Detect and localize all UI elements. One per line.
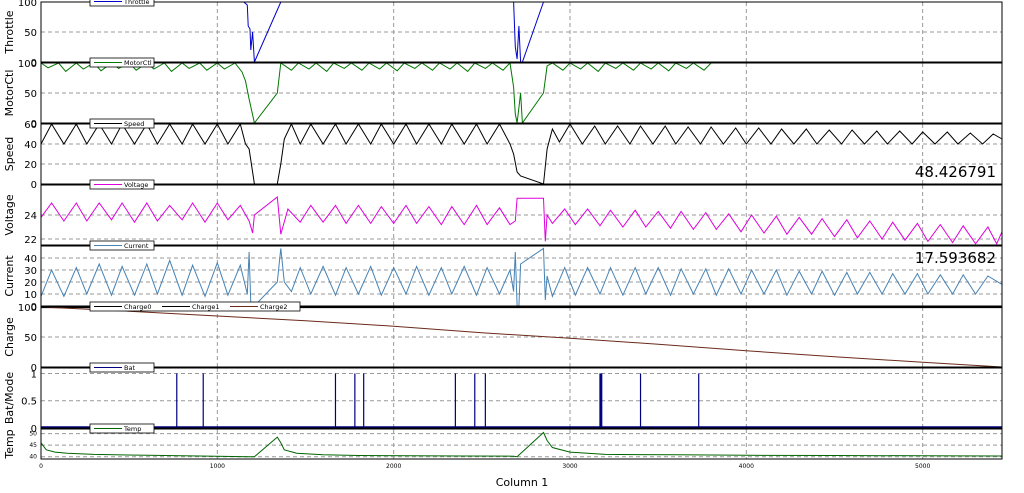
y-tick-label: 100 — [18, 0, 37, 9]
panel-frame — [40, 428, 1003, 460]
y-axis-label: Voltage — [3, 194, 16, 235]
series-line — [40, 61, 1002, 125]
x-axis-label: Column 1 — [496, 476, 549, 489]
series-line — [40, 247, 1003, 307]
y-tick-label: 40 — [24, 254, 37, 265]
x-tick-label: 4000 — [739, 463, 754, 470]
legend-label: Charge0 — [124, 303, 151, 311]
legend-label: Temp — [123, 425, 141, 433]
y-tick-label: 50 — [29, 431, 37, 438]
y-tick-label: 100 — [18, 303, 37, 314]
y-axis-label: Charge — [3, 317, 16, 357]
y-tick-label: 50 — [24, 28, 37, 39]
y-tick-label: 40 — [29, 454, 37, 461]
series-line — [40, 431, 1003, 458]
y-tick-label: 100 — [18, 59, 37, 70]
x-tick-label: 0 — [39, 463, 43, 470]
y-axis-label: MotorCtl — [3, 70, 16, 117]
panel-frame — [40, 245, 1003, 307]
y-tick-label: 22 — [24, 235, 37, 246]
value-readout: 48.426791 — [915, 163, 996, 181]
series-line — [40, 122, 1003, 185]
y-tick-label: 0.5 — [21, 397, 37, 408]
legend-label: Voltage — [124, 181, 148, 189]
panel-frame — [40, 1, 1003, 63]
y-axis-label: Speed — [3, 137, 16, 171]
series-line — [40, 196, 1003, 245]
value-readout: 17.593682 — [915, 249, 996, 267]
y-axis-label: Bat/Mode — [3, 372, 16, 425]
y-tick-label: 45 — [29, 442, 37, 449]
legend-label: Throttle — [123, 0, 150, 6]
series-line — [41, 1, 1002, 63]
y-axis-label: Temp — [3, 429, 16, 459]
stacked-line-chart: Column 1 050100ThrottleThrottle050100Mot… — [3, 0, 1003, 489]
y-tick-label: 50 — [24, 89, 37, 100]
legend-label: Charge2 — [260, 303, 287, 311]
x-tick-label: 5000 — [915, 463, 930, 470]
legend-label: Speed — [124, 120, 144, 128]
y-tick-label: 1 — [31, 369, 37, 380]
y-axis-label: Current — [3, 255, 16, 297]
x-tick-label: 2000 — [386, 463, 401, 470]
legend-label: MotorCtl — [124, 59, 152, 67]
panel-frame — [40, 367, 1003, 429]
legend-label: Current — [124, 242, 149, 250]
series-line — [40, 306, 1003, 368]
y-tick-label: 0 — [31, 180, 37, 191]
y-tick-label: 20 — [24, 278, 37, 289]
y-tick-label: 10 — [24, 290, 37, 301]
x-tick-label: 3000 — [562, 463, 577, 470]
y-tick-label: 40 — [24, 140, 37, 151]
y-tick-label: 20 — [24, 160, 37, 171]
x-tick-label: 1000 — [210, 463, 225, 470]
panel-frame — [40, 123, 1003, 185]
legend-label: Charge1 — [192, 303, 219, 311]
y-tick-label: 60 — [24, 120, 37, 131]
y-tick-label: 50 — [24, 333, 37, 344]
legend-label: Bat — [124, 364, 135, 372]
y-axis-label: Throttle — [3, 10, 16, 54]
y-tick-label: 24 — [24, 211, 37, 222]
y-tick-label: 30 — [24, 266, 37, 277]
